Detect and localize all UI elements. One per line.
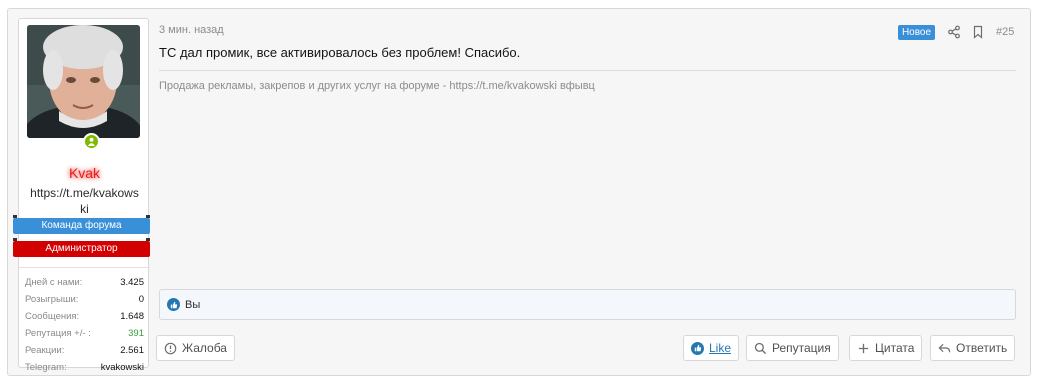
new-badge: Новое xyxy=(898,25,935,40)
bookmark-icon[interactable] xyxy=(971,25,985,39)
report-button[interactable]: Жалоба xyxy=(156,335,235,361)
like-label: Like xyxy=(709,341,732,355)
stat-label: Розыгрыши: xyxy=(25,294,79,305)
stat-label: Дней с нами: xyxy=(25,277,83,288)
reputation-label: Репутация xyxy=(772,341,831,355)
stat-label: Telegram: xyxy=(25,362,67,373)
stat-row: Репутация +/- : 391 xyxy=(25,325,144,342)
stat-row: Дней с нами: 3.425 xyxy=(25,274,144,291)
stat-value: 3.425 xyxy=(120,277,144,288)
forum-post: Kvak https://t.me/kvakowski Команда фору… xyxy=(7,8,1031,376)
share-icon[interactable] xyxy=(947,25,961,39)
stat-row: Реакции: 2.561 xyxy=(25,342,144,359)
reactions-bar[interactable]: Вы xyxy=(159,289,1016,320)
signature: Продажа рекламы, закрепов и других услуг… xyxy=(159,80,595,92)
avatar[interactable] xyxy=(27,25,140,138)
online-status-icon xyxy=(83,133,100,150)
like-button[interactable]: Like xyxy=(683,335,740,361)
post-number-link[interactable]: #25 xyxy=(996,26,1014,38)
stat-value: 0 xyxy=(138,294,144,305)
plus-icon xyxy=(858,343,869,353)
stat-row: Telegram: kvakowski xyxy=(25,359,144,376)
stat-row: Сообщения: 1.648 xyxy=(25,308,144,325)
post-time-link[interactable]: 3 мин. назад xyxy=(159,24,224,36)
quote-button[interactable]: Цитата xyxy=(849,335,923,361)
user-stats: Дней с нами: 3.425 Розыгрыши: 0 Сообщения:… xyxy=(19,267,150,376)
report-label: Жалоба xyxy=(182,341,227,355)
search-icon xyxy=(754,342,767,354)
avatar-image xyxy=(27,25,140,138)
stat-label: Репутация +/- : xyxy=(25,328,91,339)
stat-label: Сообщения: xyxy=(25,311,80,322)
user-title: https://t.me/kvakowski xyxy=(30,186,139,216)
stat-value: 2.561 xyxy=(120,345,144,356)
user-name-link[interactable]: Kvak xyxy=(19,165,150,181)
signature-divider xyxy=(159,70,1016,71)
quote-label: Цитата xyxy=(875,341,915,355)
reputation-button[interactable]: Репутация xyxy=(746,335,839,361)
stat-value: 1.648 xyxy=(120,311,144,322)
like-reaction-icon xyxy=(167,298,180,311)
stat-value: kvakowski xyxy=(100,362,144,373)
stat-value: 391 xyxy=(128,328,144,339)
banner-team: Команда форума xyxy=(13,215,150,234)
reactions-text: Вы xyxy=(185,298,201,311)
reply-label: Ответить xyxy=(956,341,1008,355)
banner-admin: Администратор xyxy=(13,238,150,257)
like-icon xyxy=(691,341,704,355)
alert-icon xyxy=(164,342,177,354)
stat-row: Розыгрыши: 0 xyxy=(25,291,144,308)
stat-label: Реакции: xyxy=(25,345,65,356)
user-sidebar: Kvak https://t.me/kvakowski Команда фору… xyxy=(13,18,150,373)
reply-icon xyxy=(938,343,951,352)
post-message: ТС дал промик, все активировалось без пр… xyxy=(159,45,521,60)
reply-button[interactable]: Ответить xyxy=(930,335,1016,361)
